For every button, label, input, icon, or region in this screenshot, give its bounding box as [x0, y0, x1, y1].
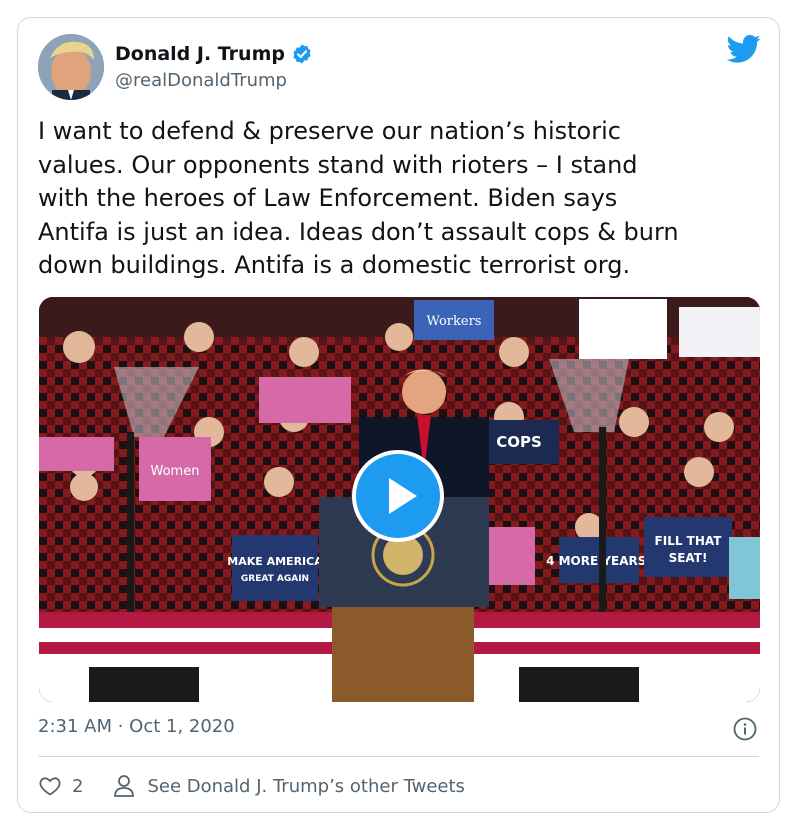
heart-icon	[39, 777, 61, 796]
avatar-image	[38, 34, 104, 100]
person-icon	[114, 775, 135, 797]
tweet-card: Donald J. Trump @realDonaldTrump I want …	[17, 17, 780, 813]
avatar[interactable]	[38, 34, 104, 100]
twitter-bird-icon[interactable]	[727, 34, 761, 64]
like-count: 2	[72, 775, 84, 797]
sign-maga-sub: GREAT AGAIN	[241, 574, 309, 584]
sign-women: Women	[151, 464, 200, 479]
author-handle[interactable]: @realDonaldTrump	[115, 70, 287, 91]
divider	[38, 756, 759, 757]
play-button[interactable]	[352, 450, 444, 542]
tweet-actions: 2 See Donald J. Trump’s other Tweets	[38, 771, 465, 801]
verified-badge-icon	[293, 44, 311, 64]
play-icon	[389, 478, 417, 514]
sign-workers: Workers	[427, 314, 482, 329]
tweet-video[interactable]: Workers Women COPS MAKE AMERICA GREAT AG…	[39, 297, 760, 702]
info-icon[interactable]	[733, 717, 757, 741]
author-name[interactable]: Donald J. Trump	[115, 43, 285, 65]
sign-maga: MAKE AMERICA	[227, 555, 323, 568]
tweet-timestamp[interactable]: 2:31 AM · Oct 1, 2020	[38, 716, 235, 737]
sign-fill-that-seat: FILL THAT	[655, 534, 723, 548]
see-other-tweets-link[interactable]: See Donald J. Trump’s other Tweets	[113, 774, 465, 798]
like-button[interactable]: 2	[38, 774, 83, 798]
see-other-tweets-label[interactable]: See Donald J. Trump’s other Tweets	[147, 776, 464, 797]
sign-cops: COPS	[496, 433, 542, 451]
author-name-row[interactable]: Donald J. Trump	[115, 43, 313, 65]
sign-fill-that-seat-2: SEAT!	[669, 551, 708, 565]
tweet-text: I want to defend & preserve our nation’s…	[38, 117, 679, 279]
